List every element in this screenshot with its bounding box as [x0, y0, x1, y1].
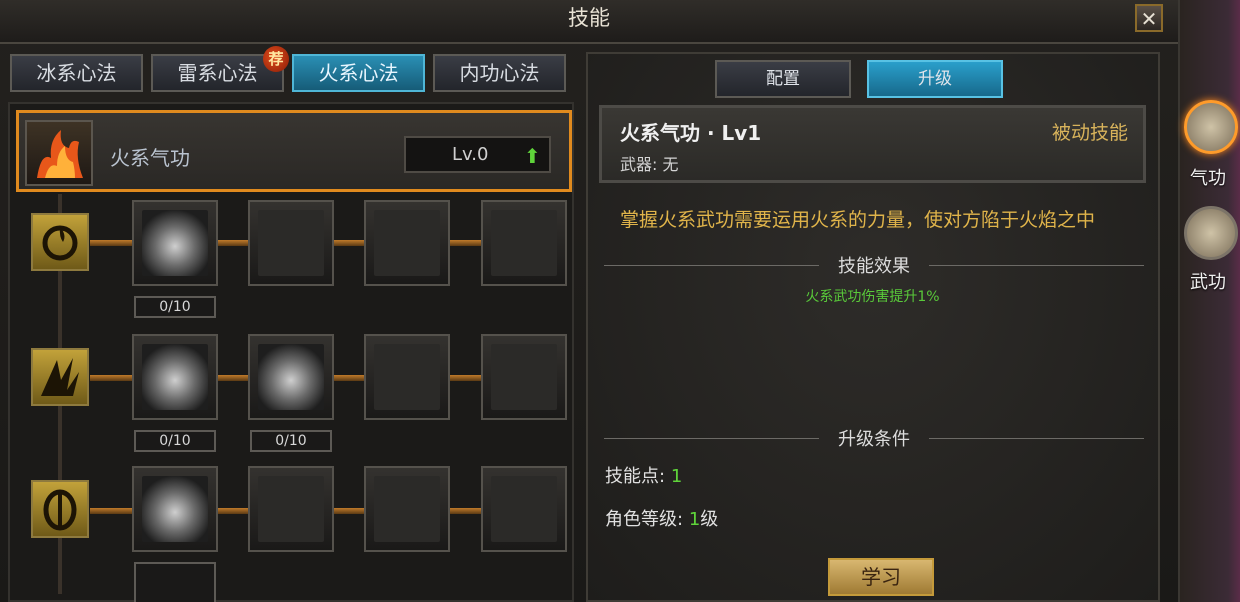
tree-connector — [450, 508, 483, 514]
skill-type: 被动技能 — [1052, 122, 1129, 144]
tier1-fire-icon — [31, 213, 89, 271]
detail-title: 火系气功 · Lv1 — [620, 121, 762, 145]
title-bar: 技能 — [0, 0, 1178, 44]
effect-section-header: 技能效果 — [604, 252, 1144, 280]
skill-points-count: 0/10 — [250, 430, 332, 452]
skill-slot[interactable] — [132, 334, 218, 420]
tab-internal[interactable]: 内功心法 — [433, 54, 566, 92]
role-level-requirement: 角色等级: 1级 — [605, 505, 718, 531]
skill-level-box: Lv.0 ⬆ — [404, 136, 551, 173]
tree-connector — [90, 240, 134, 246]
qigong-book-icon[interactable] — [1184, 100, 1238, 154]
role-level-value: 1 — [688, 509, 701, 530]
locked-skill-book-icon[interactable] — [481, 200, 567, 286]
locked-skill-book-icon[interactable] — [481, 334, 567, 420]
tree-connector — [334, 508, 366, 514]
skill-points-count: 0/10 — [134, 296, 216, 318]
flame-icon — [37, 130, 83, 178]
tree-connector — [450, 375, 483, 381]
tab-ice[interactable]: 冰系心法 — [10, 54, 143, 92]
sidebar-label-martial[interactable]: 武功 — [1190, 268, 1226, 294]
learn-button[interactable]: 学习 — [828, 558, 934, 596]
skill-points-count: 0/10 — [134, 430, 216, 452]
locked-skill-book-icon[interactable] — [481, 466, 567, 552]
skill-slot[interactable] — [248, 334, 334, 420]
tree-connector — [90, 375, 134, 381]
tier2-claw-icon — [31, 348, 89, 406]
skill-slot[interactable] — [132, 466, 218, 552]
locked-skill-book-icon[interactable] — [364, 334, 450, 420]
tree-connector — [218, 375, 250, 381]
tree-connector — [90, 508, 134, 514]
martial-book-icon[interactable] — [1184, 206, 1238, 260]
locked-skill-book-icon[interactable] — [248, 466, 334, 552]
window-title: 技能 — [568, 6, 610, 30]
skill-description: 掌握火系武功需要运用火系的力量，使对方陷于火焰之中 — [620, 209, 1096, 231]
tree-connector — [218, 240, 250, 246]
role-level-label: 角色等级: — [605, 509, 684, 530]
tree-connector — [218, 508, 250, 514]
skill-points-count — [134, 562, 216, 602]
skill-slot[interactable] — [132, 200, 218, 286]
skill-points-label: 技能点: — [605, 466, 666, 487]
locked-skill-book-icon[interactable] — [248, 200, 334, 286]
sidebar-label-qigong[interactable]: 气功 — [1190, 164, 1226, 190]
skill-level: Lv.0 — [452, 144, 489, 165]
skill-points-value: 1 — [670, 466, 683, 487]
condition-section-header: 升级条件 — [604, 425, 1144, 453]
fire-skill-icon — [25, 120, 93, 186]
tab-config[interactable]: 配置 — [715, 60, 851, 98]
skill-effect: 火系武功伤害提升1% — [805, 289, 940, 305]
tree-connector — [334, 240, 366, 246]
close-button[interactable]: ✕ — [1135, 4, 1163, 32]
tree-connector — [334, 375, 366, 381]
skill-name: 火系气功 — [110, 146, 190, 170]
tab-fire[interactable]: 火系心法 — [292, 54, 425, 92]
role-level-unit: 级 — [700, 509, 719, 530]
skill-points-requirement: 技能点: 1 — [605, 462, 682, 488]
locked-skill-book-icon[interactable] — [364, 200, 450, 286]
tier3-shield-icon — [31, 480, 89, 538]
weapon-requirement: 武器: 无 — [620, 155, 679, 174]
right-sidebar — [1180, 0, 1240, 602]
locked-skill-book-icon[interactable] — [364, 466, 450, 552]
recommend-badge: 荐 — [263, 46, 289, 72]
tree-connector — [450, 240, 483, 246]
tab-upgrade[interactable]: 升级 — [867, 60, 1003, 98]
green-up-arrow-icon[interactable]: ⬆ — [524, 144, 541, 168]
